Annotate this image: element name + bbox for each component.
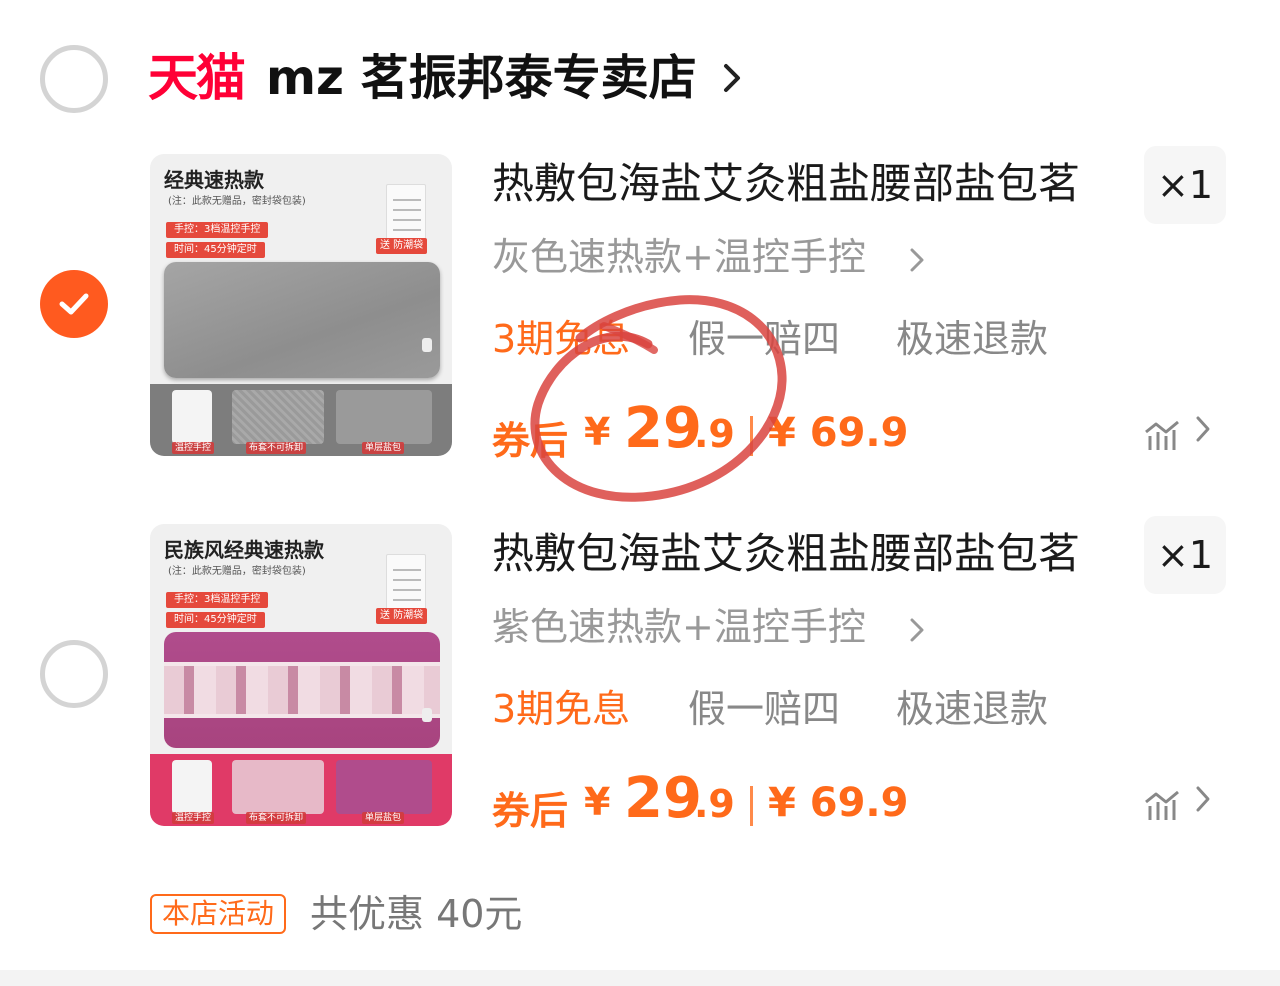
store-name[interactable]: mz 茗振邦泰专卖店 <box>266 48 697 108</box>
price-integer: 29 <box>624 766 702 831</box>
promo-installment: 3期免息 <box>492 687 631 731</box>
detail-label: 布套不可拆卸 <box>246 812 307 824</box>
chevron-right-icon[interactable] <box>908 616 926 644</box>
price-decimal: .9 <box>694 782 735 826</box>
chevron-right-icon[interactable] <box>1194 784 1212 814</box>
tmall-logo: 天猫 <box>148 49 246 107</box>
price-currency: ¥ <box>584 780 611 824</box>
pack-badge: 送 防潮袋 <box>376 238 428 254</box>
detail-label: 单层盐包 <box>362 442 405 454</box>
detail-label: 温控手控 <box>172 812 215 824</box>
quantity-button[interactable]: ×1 <box>1144 516 1226 594</box>
promo-installment: 3期免息 <box>492 317 631 361</box>
thumb-tag: 时间：45分钟定时 <box>166 612 265 628</box>
cart-item[interactable]: 民族风经典速热款 (注：此款无赠品，密封袋包装) 手控：3档温控手控 时间：45… <box>0 516 1280 850</box>
promo-guarantee: 假一赔四 <box>688 687 841 731</box>
store-select-radio[interactable] <box>40 45 108 113</box>
promo-refund: 极速退款 <box>896 687 1049 731</box>
thumb-note: (注：此款无赠品，密封袋包装) <box>168 196 306 207</box>
detail-strip: 温控手控 布套不可拆卸 单层盐包 <box>150 754 452 826</box>
coupon-label: 券后 <box>492 789 569 833</box>
chevron-right-icon[interactable] <box>908 246 926 274</box>
store-header[interactable]: 天猫 mz 茗振邦泰专卖店 <box>0 0 1280 150</box>
detail-strip: 温控手控 布套不可拆卸 单层盐包 <box>150 384 452 456</box>
item-select-radio[interactable] <box>40 640 108 708</box>
product-title[interactable]: 热敷包海盐艾灸粗盐腰部盐包茗 <box>492 158 1132 210</box>
promo-guarantee: 假一赔四 <box>688 317 841 361</box>
shop-activity-tag: 本店活动 <box>150 894 287 934</box>
chevron-right-icon[interactable] <box>722 62 742 94</box>
chevron-right-icon[interactable] <box>1194 414 1212 444</box>
detail-label: 温控手控 <box>172 442 215 454</box>
cart-item[interactable]: 经典速热款 (注：此款无赠品，密封袋包装) 手控：3档温控手控 时间：45分钟定… <box>0 146 1280 480</box>
pack-badge: 送 防潮袋 <box>376 608 428 624</box>
product-thumbnail[interactable]: 经典速热款 (注：此款无赠品，密封袋包装) 手控：3档温控手控 时间：45分钟定… <box>150 154 452 456</box>
thumb-title: 民族风经典速热款 <box>164 538 324 562</box>
thumb-tag: 手控：3档温控手控 <box>166 222 269 238</box>
check-icon <box>59 293 89 315</box>
quantity-button[interactable]: ×1 <box>1144 146 1226 224</box>
detail-label: 单层盐包 <box>362 812 405 824</box>
price-trend-icon[interactable] <box>1144 418 1184 452</box>
price-divider <box>750 416 753 456</box>
product-thumbnail[interactable]: 民族风经典速热款 (注：此款无赠品，密封袋包装) 手控：3档温控手控 时间：45… <box>150 524 452 826</box>
sku-selector[interactable]: 紫色速热款+温控手控 <box>492 602 866 652</box>
heat-pad-image <box>164 632 440 748</box>
price-currency: ¥ <box>584 410 611 454</box>
price-decimal: .9 <box>694 412 735 456</box>
product-title[interactable]: 热敷包海盐艾灸粗盐腰部盐包茗 <box>492 528 1132 580</box>
promo-refund: 极速退款 <box>896 317 1049 361</box>
thumb-title: 经典速热款 <box>164 168 264 192</box>
item-select-radio[interactable] <box>40 270 108 338</box>
section-divider <box>0 970 1280 986</box>
coupon-label: 券后 <box>492 419 569 463</box>
thumb-note: (注：此款无赠品，密封袋包装) <box>168 566 306 577</box>
thumb-tag: 手控：3档温控手控 <box>166 592 269 608</box>
price-divider <box>750 786 753 826</box>
sku-selector[interactable]: 灰色速热款+温控手控 <box>492 232 866 282</box>
detail-label: 布套不可拆卸 <box>246 442 307 454</box>
price-integer: 29 <box>624 396 702 461</box>
heat-pad-image <box>164 262 440 378</box>
thumb-tag: 时间：45分钟定时 <box>166 242 265 258</box>
discount-total: 共优惠 40元 <box>310 892 523 936</box>
original-price: ¥ 69.9 <box>768 780 909 826</box>
original-price: ¥ 69.9 <box>768 410 909 456</box>
price-trend-icon[interactable] <box>1144 788 1184 822</box>
